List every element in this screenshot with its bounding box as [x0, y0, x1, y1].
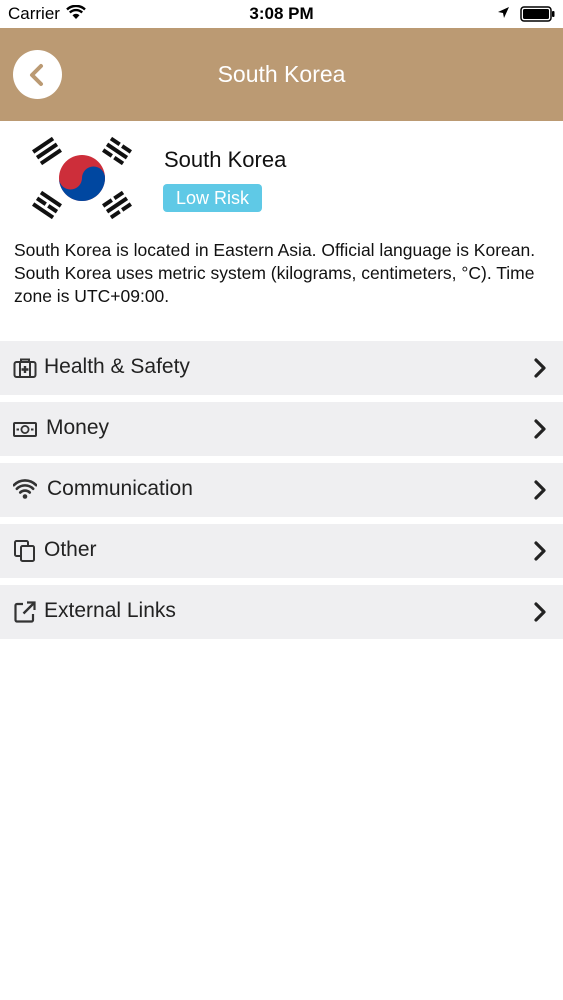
chevron-right-icon [534, 602, 546, 622]
menu-item-external-links[interactable]: External Links [0, 585, 563, 639]
copy-icon [14, 540, 35, 562]
country-name: South Korea [164, 147, 287, 172]
menu-item-money[interactable]: Money [0, 402, 563, 456]
menu-item-label: Money [46, 416, 110, 439]
location-arrow-icon [498, 7, 509, 18]
external-link-icon [14, 601, 36, 623]
chevron-right-icon [534, 541, 546, 561]
menu-item-other[interactable]: Other [0, 524, 563, 578]
page-title: South Korea [217, 61, 346, 87]
menu-item-label: External Links [44, 599, 176, 622]
status-bar: Carrier 3:08 PM [0, 0, 563, 28]
chevron-right-icon [534, 358, 546, 378]
status-time: 3:08 PM [249, 4, 314, 23]
south-korea-flag-icon [32, 136, 132, 220]
battery-icon [520, 6, 555, 22]
menu-item-label: Other [44, 538, 97, 561]
menu-item-communication[interactable]: Communication [0, 463, 563, 517]
wifi-icon [13, 479, 37, 499]
risk-badge: Low Risk [163, 184, 262, 212]
navigation-bar: South Korea [0, 28, 563, 121]
medkit-icon [13, 358, 37, 378]
country-description: South Korea is located in Eastern Asia. … [14, 240, 536, 306]
menu-item-label: Communication [47, 477, 193, 500]
money-icon [13, 422, 37, 437]
menu-item-health-safety[interactable]: Health & Safety [0, 341, 563, 395]
menu-item-label: Health & Safety [44, 355, 190, 378]
chevron-right-icon [534, 419, 546, 439]
chevron-right-icon [534, 480, 546, 500]
